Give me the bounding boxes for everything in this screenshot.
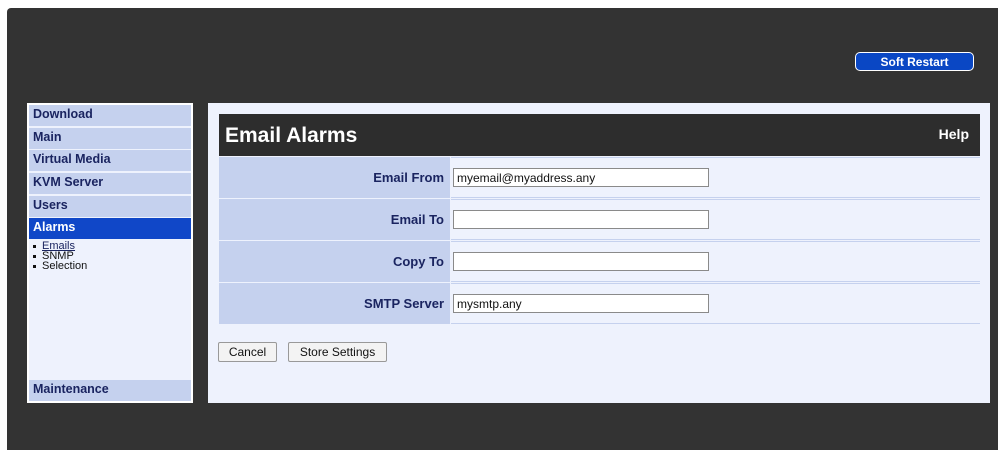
email-to-field[interactable] xyxy=(453,210,709,229)
smtp-server-field[interactable] xyxy=(453,294,709,313)
soft-restart-button[interactable]: Soft Restart xyxy=(855,52,974,71)
sidebar-item-download[interactable]: Download xyxy=(29,105,191,126)
smtp-server-label: SMTP Server xyxy=(219,283,450,324)
bullet-icon xyxy=(33,264,36,268)
sidebar-item-main[interactable]: Main xyxy=(29,128,191,149)
form-row-email-to: Email To xyxy=(219,199,980,240)
form-row-value xyxy=(451,157,980,198)
email-from-field[interactable] xyxy=(453,168,709,187)
sidebar-item-maintenance[interactable]: Maintenance xyxy=(29,380,191,401)
form-row-value xyxy=(451,241,980,282)
form-row-smtp-server: SMTP Server xyxy=(219,283,980,324)
form-row-value xyxy=(451,199,980,240)
store-settings-button[interactable]: Store Settings xyxy=(288,342,387,362)
title-bar: Email Alarms Help xyxy=(219,114,980,156)
alarms-submenu: Emails SNMP Selection xyxy=(33,241,88,272)
bullet-icon xyxy=(33,254,36,258)
submenu-item-selection[interactable]: Selection xyxy=(33,260,88,272)
form-row-value xyxy=(451,283,980,324)
page-title: Email Alarms xyxy=(225,124,358,147)
form-row-email-from: Email From xyxy=(219,157,980,198)
sidebar-item-kvm-server[interactable]: KVM Server xyxy=(29,173,191,194)
copy-to-label: Copy To xyxy=(219,241,450,282)
sidebar-item-users[interactable]: Users xyxy=(29,196,191,217)
sidebar-item-alarms[interactable]: Alarms xyxy=(29,218,191,239)
email-to-label: Email To xyxy=(219,199,450,240)
sidebar: Download Main Virtual Media KVM Server U… xyxy=(27,103,193,403)
bullet-icon xyxy=(33,244,36,248)
help-link[interactable]: Help xyxy=(939,126,969,142)
submenu-item-label: Selection xyxy=(42,260,88,272)
main-panel: Email Alarms Help Email From Email To Co… xyxy=(208,103,990,403)
sidebar-panel: Download Main Virtual Media KVM Server U… xyxy=(29,105,191,401)
sidebar-item-virtual-media[interactable]: Virtual Media xyxy=(29,150,191,171)
copy-to-field[interactable] xyxy=(453,252,709,271)
email-from-label: Email From xyxy=(219,157,450,198)
form-row-copy-to: Copy To xyxy=(219,241,980,282)
cancel-button[interactable]: Cancel xyxy=(218,342,277,362)
